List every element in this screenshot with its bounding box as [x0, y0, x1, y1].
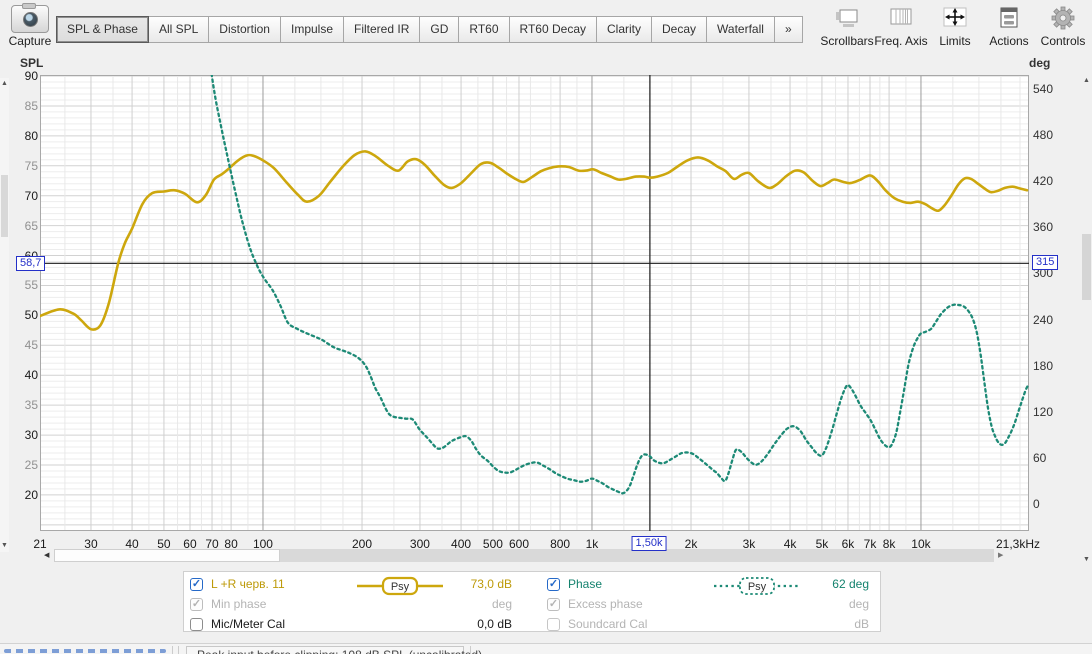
left-tick-label: 30 [24, 428, 38, 443]
scrollbar-thumb[interactable] [54, 549, 280, 562]
tab-all-spl[interactable]: All SPL [147, 16, 210, 43]
freq-axis-icon [874, 3, 928, 33]
excess-phase-checkbox[interactable]: ✓ [547, 598, 560, 611]
tab-spl-phase[interactable]: SPL & Phase [56, 16, 149, 43]
svg-text:Psy: Psy [748, 581, 767, 593]
freq-axis-button[interactable]: Freq. Axis [874, 3, 928, 48]
status-message-panel: Peak input before clipping: 108 dB SPL (… [186, 646, 482, 654]
right-tick-label: 0 [1033, 496, 1040, 511]
actions-icon [982, 3, 1036, 33]
right-axis-title: deg [1029, 56, 1051, 70]
toolbar-tools: Scrollbars Freq. Axis Limits Actions Control… [820, 3, 1090, 48]
tab-rt60-decay[interactable]: RT60 Decay [508, 16, 597, 43]
scroll-down-icon[interactable]: ▼ [1083, 556, 1090, 563]
left-tick-label: 70 [24, 188, 38, 203]
right-tick-label: 120 [1033, 404, 1054, 419]
left-tick-label: 25 [24, 457, 38, 472]
left-tick-label: 90 [24, 69, 38, 84]
scroll-up-icon[interactable]: ▲ [1083, 77, 1090, 84]
left-tick-label: 45 [24, 338, 38, 353]
right-tick-label: 360 [1033, 220, 1054, 235]
right-tick-label: 480 [1033, 128, 1054, 143]
right-tick-label: 180 [1033, 358, 1054, 373]
left-tick-label: 55 [24, 278, 38, 293]
tab-overflow-chevron[interactable]: » [773, 16, 803, 43]
legend-value: 62 deg [832, 577, 869, 591]
actions-button[interactable]: Actions [982, 3, 1036, 48]
limits-button[interactable]: Limits [928, 3, 982, 48]
camera-icon [11, 3, 49, 33]
tab-filtered-ir[interactable]: Filtered IR [343, 16, 421, 43]
input-level-meter-dashes [4, 649, 166, 653]
soundcard-cal-checkbox[interactable] [547, 618, 560, 631]
status-message: Peak input before clipping: 108 dB SPL (… [197, 648, 482, 654]
legend-row: ✓ Phase Psy 62 deg [184, 576, 882, 596]
scrollbar-thumb[interactable] [1, 175, 8, 237]
scroll-up-icon[interactable]: ▲ [1, 80, 8, 87]
plot-canvas[interactable] [38, 3, 1030, 531]
scroll-left-icon[interactable]: ◀ [44, 552, 49, 559]
left-tick-label: 35 [24, 398, 38, 413]
tab-waterfall[interactable]: Waterfall [706, 16, 775, 43]
legend-value: dB [854, 617, 869, 631]
capture-button[interactable]: Capture [6, 3, 54, 55]
legend-value: deg [848, 597, 869, 611]
scrollbars-icon [820, 3, 874, 33]
tab-impulse[interactable]: Impulse [279, 16, 345, 43]
left-tick-label: 85 [24, 98, 38, 113]
right-axis-scrollbar[interactable]: ▲ ▼ [1081, 74, 1092, 566]
capture-label: Capture [8, 34, 52, 48]
tab-clarity[interactable]: Clarity [596, 16, 653, 43]
graph-tab-strip: SPL & Phase All SPL Distortion Impulse Filte… [56, 16, 803, 43]
status-bar: Peak input before clipping: 108 dB SPL (… [0, 643, 1092, 654]
toolbar: Capture SPL & Phase All SPL Distortion Impu… [0, 0, 1092, 58]
legend-label: Phase [568, 577, 603, 591]
left-tick-label: 40 [24, 368, 38, 383]
left-axis-title: SPL [20, 56, 44, 70]
spl-phase-plot[interactable] [38, 3, 1030, 536]
right-tick-label: 420 [1033, 174, 1054, 189]
legend-label: Excess phase [568, 597, 643, 611]
cursor-spl-readout: 58,7 [16, 256, 46, 271]
legend-label: Soundcard Cal [568, 617, 648, 631]
tab-distortion[interactable]: Distortion [208, 16, 281, 43]
scrollbar-thumb[interactable] [1082, 234, 1091, 300]
tab-decay[interactable]: Decay [651, 16, 708, 43]
limits-icon [928, 3, 982, 33]
left-tick-label: 50 [24, 308, 38, 323]
left-tick-label: 80 [24, 128, 38, 143]
scrollbars-button[interactable]: Scrollbars [820, 3, 874, 48]
scroll-right-icon[interactable]: ▶ [998, 552, 1003, 559]
controls-button[interactable]: Controls [1036, 3, 1090, 48]
left-tick-label: 20 [24, 487, 38, 502]
cursor-frequency-readout: 1,50k [631, 536, 667, 551]
frequency-scrollbar[interactable]: ◀ ▶ [40, 549, 1009, 562]
rew-spl-phase-window: Capture SPL & Phase All SPL Distortion Impu… [0, 0, 1092, 654]
tab-gd[interactable]: GD [419, 16, 460, 43]
cursor-phase-readout: 315 [1032, 255, 1059, 270]
left-tick-label: 65 [24, 218, 38, 233]
right-tick-label: 540 [1033, 82, 1054, 97]
scroll-down-icon[interactable]: ▼ [1, 542, 8, 549]
legend-row: Soundcard Cal dB [184, 616, 882, 636]
left-axis-scrollbar[interactable]: ▲ ▼ [0, 78, 9, 552]
right-tick-label: 240 [1033, 312, 1054, 327]
gear-icon [1036, 3, 1090, 33]
tab-rt60[interactable]: RT60 [458, 16, 510, 43]
trace-legend-panel: ✓ L +R черв. 11 Psy 73,0 dB ✓ Min phase deg Mic… [183, 571, 881, 632]
left-tick-label: 75 [24, 158, 38, 173]
right-tick-label: 60 [1033, 450, 1047, 465]
legend-row: ✓ Excess phase deg [184, 596, 882, 616]
phase-checkbox[interactable]: ✓ [547, 578, 560, 591]
